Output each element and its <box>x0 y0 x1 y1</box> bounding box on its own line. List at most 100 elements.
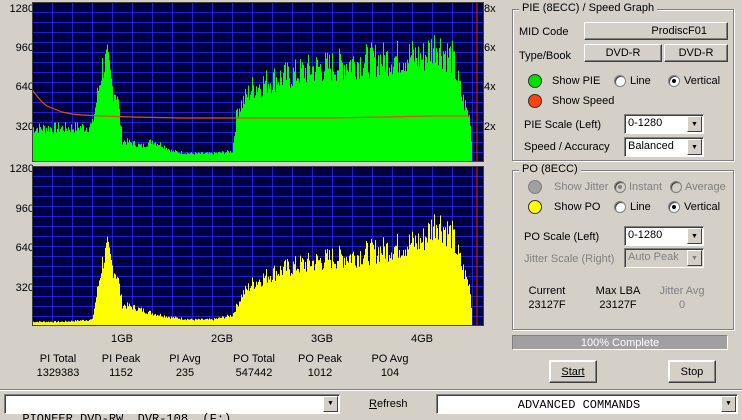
bar <box>261 96 262 162</box>
speed-color-swatch[interactable] <box>528 94 542 108</box>
bar <box>398 257 399 326</box>
start-button[interactable]: Start <box>549 360 597 383</box>
pie-color-swatch[interactable] <box>528 74 542 88</box>
bar <box>463 94 464 162</box>
pie-vertical-radio[interactable] <box>668 75 680 87</box>
jitter-avg: Jitter Avg 0 <box>654 284 710 312</box>
bar <box>282 85 283 162</box>
bar <box>295 255 296 326</box>
stat-label: PO Peak <box>297 353 343 365</box>
bar <box>397 40 398 162</box>
jitter-instant-label: Instant <box>629 181 663 193</box>
bar <box>167 150 168 162</box>
bar <box>111 259 112 326</box>
bar <box>249 100 250 162</box>
po-line-label[interactable]: Line <box>630 201 651 213</box>
bar <box>258 87 259 162</box>
pie-scale-label: PIE Scale (Left) <box>524 119 602 131</box>
bar <box>349 61 350 162</box>
chevron-down-icon[interactable]: ▼ <box>687 228 702 244</box>
pie-line-label[interactable]: Line <box>630 75 651 87</box>
bar <box>300 255 301 326</box>
bar <box>249 291 250 326</box>
bar <box>165 149 166 162</box>
bar <box>100 278 101 326</box>
bar <box>404 255 405 326</box>
bar <box>97 286 98 326</box>
bar <box>211 318 212 326</box>
show-po-label[interactable]: Show PO <box>554 201 600 213</box>
bar <box>175 150 176 162</box>
bar <box>389 255 390 326</box>
bar <box>329 54 330 163</box>
bar <box>314 80 315 162</box>
top-y-label-320: 320 <box>15 121 34 133</box>
bar <box>282 275 283 326</box>
bar <box>448 57 449 162</box>
bar <box>71 124 72 162</box>
pie-scale-select[interactable]: 0-1280 ▼ <box>624 114 704 134</box>
show-speed-label[interactable]: Show Speed <box>552 95 614 107</box>
drive-select[interactable]: PIONEER DVD-RW DVR-108 (F:) ▼ <box>4 394 340 420</box>
bar <box>419 248 420 326</box>
po-vertical-radio[interactable] <box>668 201 680 213</box>
bar <box>326 58 327 163</box>
bar <box>343 267 344 326</box>
book-type-value: DVD-R <box>664 44 728 62</box>
bar <box>381 63 382 163</box>
bar <box>200 153 201 162</box>
bar <box>82 123 83 162</box>
bar <box>179 152 180 162</box>
chevron-down-icon[interactable]: ▼ <box>721 396 736 412</box>
bar <box>202 318 203 326</box>
chevron-down-icon[interactable]: ▼ <box>687 139 702 155</box>
po-color-swatch[interactable] <box>528 200 542 214</box>
advanced-commands-select[interactable]: ADVANCED COMMANDS ▼ <box>436 394 738 414</box>
bar <box>443 51 444 162</box>
bar <box>330 68 331 162</box>
po-scale-label: PO Scale (Left) <box>524 231 600 243</box>
bar <box>390 258 391 326</box>
stop-button[interactable]: Stop <box>668 360 716 383</box>
pie-line-radio[interactable] <box>614 75 626 87</box>
x-label-2gb: 2GB <box>211 333 234 345</box>
bar <box>380 54 381 162</box>
bar <box>215 153 216 162</box>
bar <box>298 269 299 326</box>
bar <box>317 255 318 326</box>
bar <box>287 258 288 326</box>
po-line-radio[interactable] <box>614 201 626 213</box>
bar <box>101 273 102 326</box>
speed-accuracy-select[interactable]: Balanced ▼ <box>624 137 704 157</box>
po-vertical-label[interactable]: Vertical <box>684 201 720 213</box>
bar <box>173 316 174 326</box>
bar <box>307 258 308 326</box>
bar <box>126 144 127 162</box>
bar <box>394 247 395 326</box>
bar <box>346 63 347 162</box>
bar <box>377 255 378 326</box>
bar <box>454 51 455 162</box>
bar <box>105 53 106 162</box>
bar <box>230 315 231 326</box>
pie-vertical-label[interactable]: Vertical <box>684 75 720 87</box>
bar <box>405 249 406 326</box>
bar <box>415 47 416 162</box>
stat-value: 235 <box>175 367 195 379</box>
bar <box>134 140 135 162</box>
bar <box>65 122 66 162</box>
bar <box>234 136 235 162</box>
bar <box>123 142 124 162</box>
bar <box>235 131 236 162</box>
bar <box>399 62 400 162</box>
bar <box>114 94 115 162</box>
chevron-down-icon[interactable]: ▼ <box>687 116 702 132</box>
chevron-down-icon[interactable]: ▼ <box>323 396 338 412</box>
refresh-link[interactable]: Refresh <box>369 398 408 410</box>
bar <box>372 242 373 326</box>
bar <box>96 102 97 162</box>
bar <box>104 262 105 326</box>
show-pie-label[interactable]: Show PIE <box>552 75 600 87</box>
po-scale-select[interactable]: 0-1280 ▼ <box>624 226 704 246</box>
bar <box>128 142 129 162</box>
